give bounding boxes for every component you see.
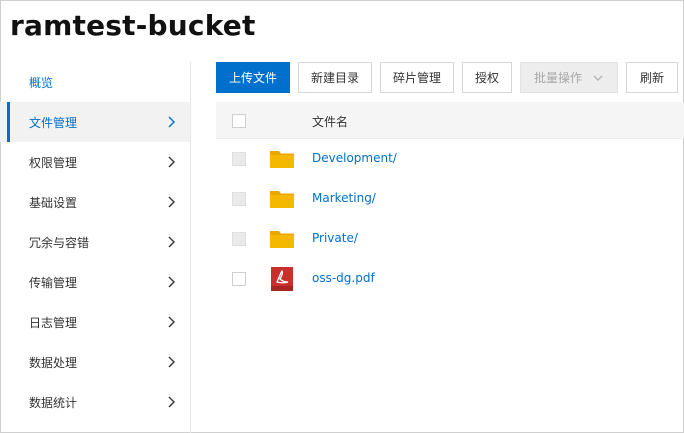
- chevron-right-icon: [168, 276, 175, 288]
- sidebar-item-label: 概览: [29, 75, 54, 90]
- upload-file-button[interactable]: 上传文件: [216, 62, 290, 93]
- folder-icon: [270, 151, 294, 168]
- chevron-down-icon: [593, 75, 603, 81]
- sidebar-item-data-processing[interactable]: 数据处理: [0, 342, 190, 382]
- table-row: Marketing/: [216, 179, 684, 219]
- table-row: Private/: [216, 219, 684, 259]
- sidebar-item-label: 权限管理: [29, 155, 78, 170]
- folder-icon: [270, 191, 294, 208]
- sidebar-item-label: 文件管理: [29, 115, 78, 130]
- row-checkbox[interactable]: [232, 272, 246, 286]
- table-row: Development/: [216, 139, 684, 179]
- chevron-right-icon: [168, 356, 175, 368]
- row-checkbox[interactable]: [232, 152, 246, 166]
- folder-icon: [270, 231, 294, 248]
- authorize-button[interactable]: 授权: [462, 62, 512, 93]
- select-all-checkbox[interactable]: [232, 114, 246, 128]
- file-name-link[interactable]: Private/: [312, 231, 358, 245]
- file-name-link[interactable]: oss-dg.pdf: [312, 271, 375, 285]
- sidebar-item-logs[interactable]: 日志管理: [0, 302, 190, 342]
- chevron-right-icon: [168, 396, 175, 408]
- sidebar-item-overview[interactable]: 概览: [0, 62, 190, 102]
- batch-operations-label: 批量操作: [533, 71, 582, 85]
- sidebar-item-basic-settings[interactable]: 基础设置: [0, 182, 190, 222]
- sidebar-item-permissions[interactable]: 权限管理: [0, 142, 190, 182]
- sidebar-item-label: 传输管理: [29, 275, 78, 290]
- chevron-right-icon: [168, 116, 175, 128]
- sidebar-item-redundancy[interactable]: 冗余与容错: [0, 222, 190, 262]
- chevron-right-icon: [168, 236, 175, 248]
- fragment-management-button[interactable]: 碎片管理: [380, 62, 454, 93]
- toolbar: 上传文件 新建目录 碎片管理 授权 批量操作 刷新: [216, 62, 684, 93]
- pdf-file-icon: [271, 267, 293, 291]
- refresh-button[interactable]: 刷新: [626, 62, 678, 93]
- column-header-filename: 文件名: [312, 115, 349, 129]
- row-checkbox[interactable]: [232, 232, 246, 246]
- chevron-right-icon: [168, 156, 175, 168]
- table-header: 文件名: [216, 102, 684, 139]
- file-name-link[interactable]: Marketing/: [312, 191, 376, 205]
- sidebar: 概览 文件管理 权限管理 基础设置 冗余与容错 传输管理 日志管理 数据处理 数…: [0, 62, 191, 433]
- file-table: 文件名 Development/ Marketing/ Private/ oss…: [216, 102, 684, 299]
- page-title: ramtest-bucket: [10, 9, 256, 42]
- sidebar-item-data-statistics[interactable]: 数据统计: [0, 382, 190, 422]
- sidebar-item-file-management[interactable]: 文件管理: [0, 102, 190, 142]
- batch-operations-button: 批量操作: [520, 62, 618, 93]
- sidebar-item-transfer[interactable]: 传输管理: [0, 262, 190, 302]
- sidebar-item-label: 基础设置: [29, 195, 78, 210]
- file-name-link[interactable]: Development/: [312, 151, 397, 165]
- chevron-right-icon: [168, 196, 175, 208]
- sidebar-item-label: 日志管理: [29, 315, 78, 330]
- new-directory-button[interactable]: 新建目录: [298, 62, 372, 93]
- chevron-right-icon: [168, 316, 175, 328]
- row-checkbox[interactable]: [232, 192, 246, 206]
- sidebar-item-label: 数据处理: [29, 355, 78, 370]
- table-row: oss-dg.pdf: [216, 259, 684, 299]
- sidebar-item-label: 数据统计: [29, 395, 78, 410]
- sidebar-item-label: 冗余与容错: [29, 235, 90, 250]
